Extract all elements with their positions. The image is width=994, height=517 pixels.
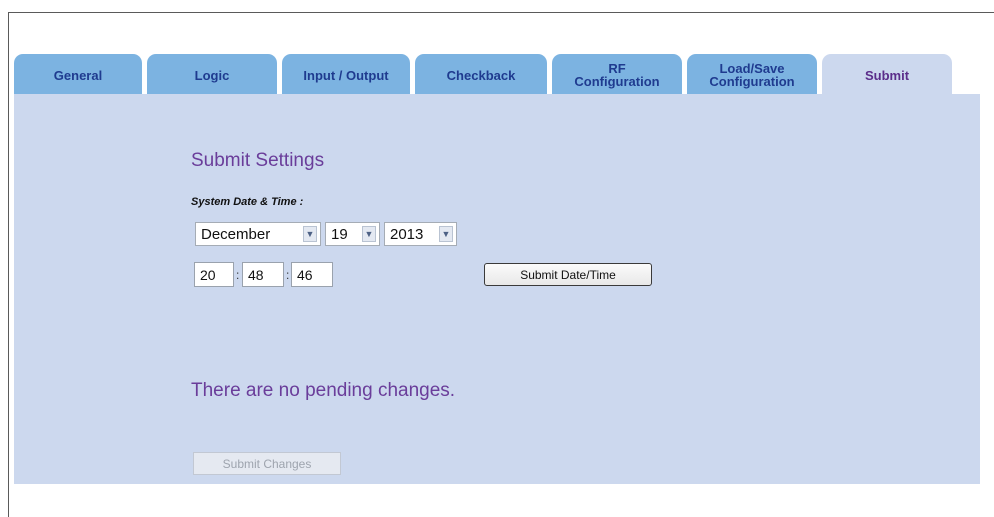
minute-value: 48 <box>248 266 264 283</box>
time-separator: : <box>286 268 290 282</box>
tab-logic-label: Logic <box>194 67 230 83</box>
tab-submit-label: Submit <box>864 67 910 83</box>
year-value: 2013 <box>390 225 424 243</box>
tab-general[interactable]: General <box>14 54 142 96</box>
tab-checkback[interactable]: Checkback <box>415 54 547 96</box>
minute-input[interactable]: 48 <box>242 262 284 287</box>
page-title: Submit Settings <box>191 150 325 171</box>
second-value: 46 <box>297 266 313 283</box>
hour-value: 20 <box>200 266 216 283</box>
tab-general-label: General <box>53 67 103 83</box>
submit-changes-button[interactable]: Submit Changes <box>193 452 341 475</box>
time-separator: : <box>236 268 240 282</box>
submit-date-time-button[interactable]: Submit Date/Time <box>484 263 652 286</box>
month-select[interactable]: December ▼ <box>195 222 321 246</box>
day-select[interactable]: 19 ▼ <box>325 222 380 246</box>
tab-input-output-label: Input / Output <box>303 67 389 83</box>
tab-rf-configuration[interactable]: RF Configuration <box>552 54 682 96</box>
date-time-label: System Date & Time : <box>191 196 304 208</box>
tab-logic[interactable]: Logic <box>147 54 277 96</box>
tab-rf-configuration-line2: Configuration <box>574 74 660 89</box>
chevron-down-icon: ▼ <box>362 226 376 242</box>
day-value: 19 <box>331 225 348 243</box>
hour-input[interactable]: 20 <box>194 262 234 287</box>
second-input[interactable]: 46 <box>291 262 333 287</box>
chevron-down-icon: ▼ <box>303 226 317 242</box>
chevron-down-icon: ▼ <box>439 226 453 242</box>
pending-changes-message: There are no pending changes. <box>191 380 456 401</box>
tab-load-save-configuration[interactable]: Load/Save Configuration <box>687 54 817 96</box>
content-panel <box>14 94 980 484</box>
tab-checkback-label: Checkback <box>446 67 516 83</box>
tab-load-save-line2: Configuration <box>709 74 795 89</box>
month-value: December <box>201 225 271 243</box>
year-select[interactable]: 2013 ▼ <box>384 222 457 246</box>
tab-input-output[interactable]: Input / Output <box>282 54 410 96</box>
tab-submit[interactable]: Submit <box>822 54 952 96</box>
